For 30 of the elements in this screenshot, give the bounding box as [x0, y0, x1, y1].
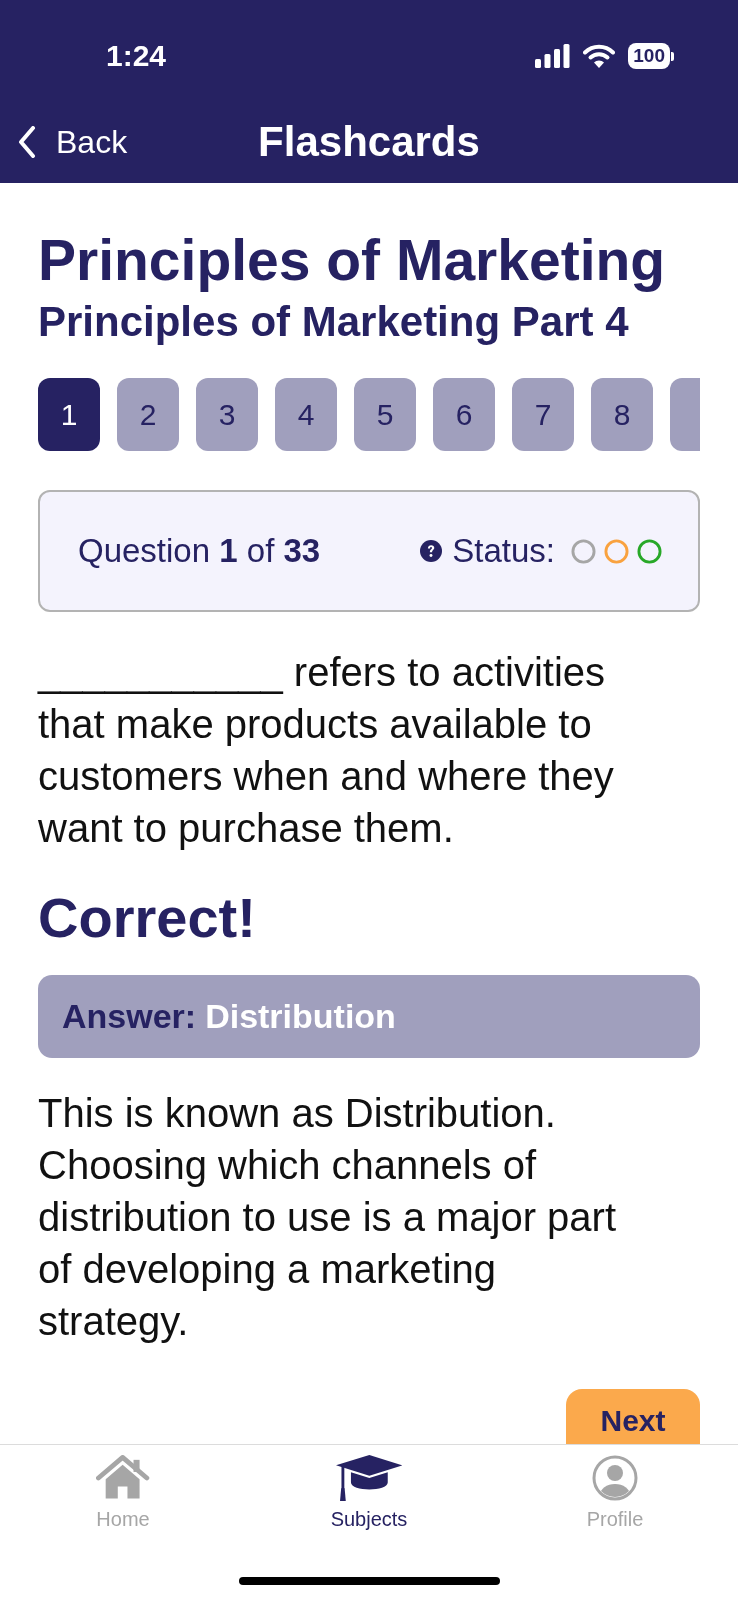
battery-indicator: 100 [628, 43, 674, 69]
course-title: Principles of Marketing [38, 229, 667, 291]
question-number-tab[interactable]: 5 [354, 378, 416, 451]
question-number-tab[interactable]: 2 [117, 378, 179, 451]
explanation-text: This is known as Distribution. Choosing which channels of distribution to use is a major part of developing a marketing strategy. [38, 1090, 618, 1345]
question-number-tab[interactable]: 6 [433, 378, 495, 451]
question-text: ___________ refers to activities that make products available to customers when and where they want to purchase them. [38, 649, 615, 852]
answer-value: Distribution [205, 997, 396, 1036]
course-subtitle: Principles of Marketing Part 4 [38, 298, 630, 346]
status-time: 1:24 [104, 38, 167, 74]
graduation-cap-icon [335, 1455, 403, 1501]
wifi-icon [583, 44, 616, 68]
answer-label: Answer: [62, 997, 197, 1036]
house-icon [96, 1455, 150, 1501]
question-number-tab[interactable]: 3 [196, 378, 258, 451]
chevron-icon [18, 126, 36, 158]
question-number-tab[interactable]: 8 [591, 378, 653, 451]
result-heading: Correct! [38, 886, 257, 950]
status-label: Status: [452, 532, 555, 570]
user-avatar-icon [592, 1455, 638, 1501]
question-number-tab[interactable]: 1 [38, 378, 100, 451]
next-button[interactable]: Next [566, 1389, 700, 1444]
back-button[interactable]: Back [18, 123, 128, 161]
question-counter: Question 1 of 33 [78, 532, 321, 570]
subjects-tab[interactable]: Subjects [330, 1445, 408, 1545]
question-number-tab[interactable]: 4 [275, 378, 337, 451]
signal-icon [535, 44, 571, 68]
help-icon[interactable] [420, 540, 443, 562]
screen-title: Flashcards [258, 117, 480, 167]
question-number-tab[interactable]: 7 [512, 378, 574, 451]
